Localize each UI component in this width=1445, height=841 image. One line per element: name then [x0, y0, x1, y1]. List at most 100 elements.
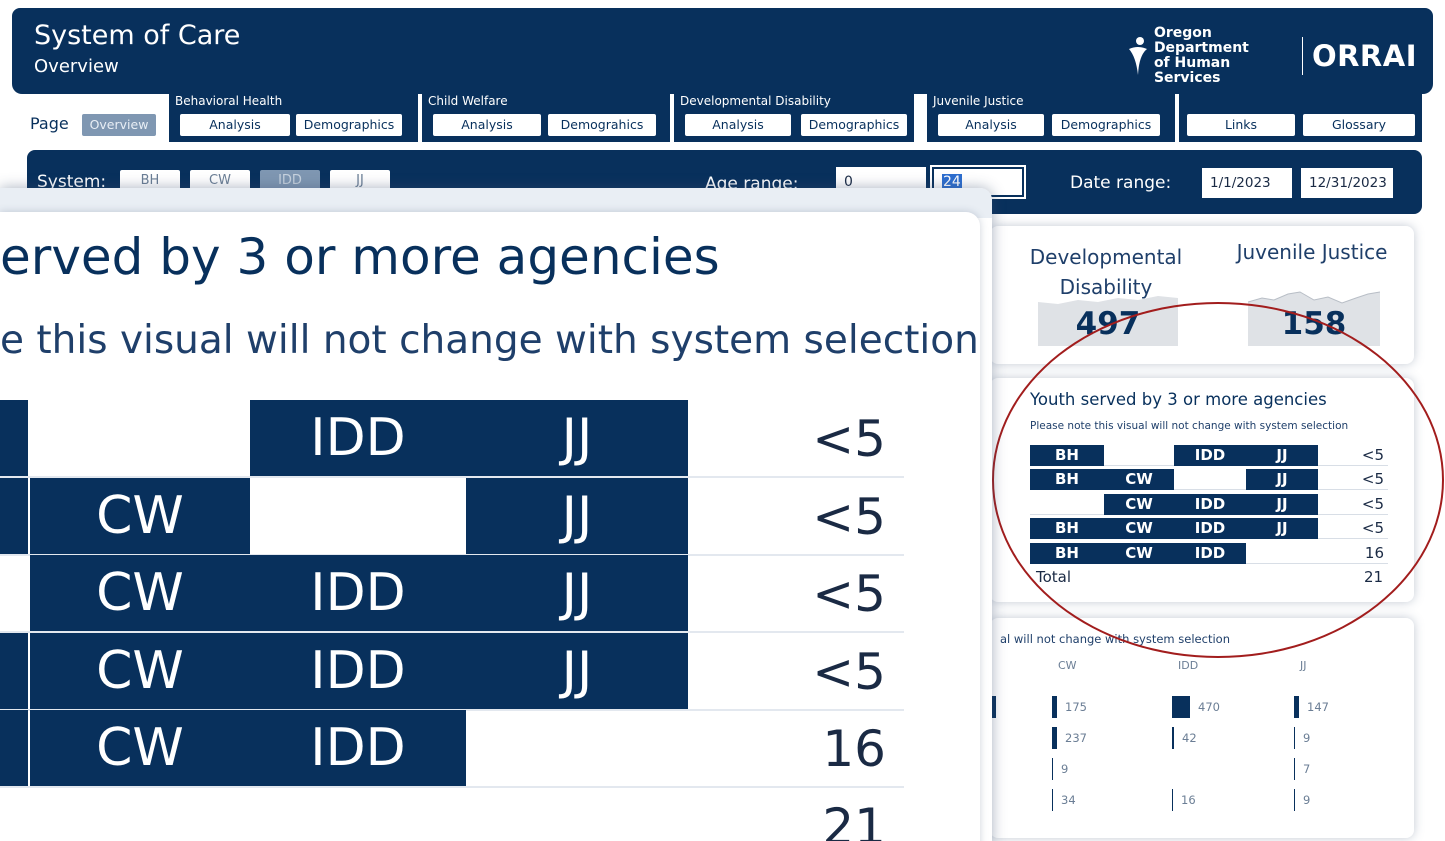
- zoom-table-cell: IDD: [250, 632, 466, 709]
- zoom-table-count: <5: [812, 565, 886, 624]
- zoom-table-cell: CW: [30, 477, 250, 554]
- youth-table-row: BH CW IDD 16: [1030, 542, 1388, 564]
- youth-table-cell: IDD: [1174, 493, 1246, 515]
- overlap-bar: [1052, 727, 1057, 749]
- youth-card-title: Youth served by 3 or more agencies: [1030, 390, 1327, 409]
- zoom-table-cell: JJ: [466, 555, 688, 632]
- overlap-bar: [1294, 696, 1299, 718]
- agency-line-1: Oregon Department: [1153, 25, 1249, 56]
- youth-table-row: BH IDD JJ <5: [1030, 444, 1388, 466]
- overlap-bar-value: 237: [1065, 731, 1087, 745]
- report-header: System of Care Overview Oregon Departmen…: [12, 8, 1433, 94]
- youth-table-count: <5: [1361, 446, 1384, 464]
- kpi-dd-title-line1: Developmental: [1029, 245, 1183, 269]
- overlap-bar: [1052, 696, 1057, 718]
- zoom-note: e this visual will not change with syste…: [0, 318, 979, 363]
- youth-table-count: <5: [1361, 470, 1384, 489]
- youth-table-count: 16: [1364, 543, 1384, 562]
- youth-table-row: BH CW IDD JJ <5: [1030, 517, 1388, 540]
- youth-table-cell: CW: [1104, 493, 1174, 515]
- youth-table-row: BH CW JJ <5: [1030, 468, 1388, 491]
- nav-overview-button[interactable]: Overview: [82, 114, 156, 136]
- jj-analysis-button[interactable]: Analysis: [938, 114, 1044, 136]
- zoom-table-cell: JJ: [466, 400, 688, 476]
- overlap-bar-value: 470: [1198, 700, 1220, 714]
- zoom-table-count: <5: [812, 487, 886, 546]
- brand-name: ORRAI: [1311, 39, 1417, 73]
- zoom-table-cell: IDD: [250, 710, 466, 787]
- zoom-table-cell: CW: [30, 555, 250, 632]
- zoom-table-row: CW IDD 16: [0, 710, 904, 789]
- overlap-bar-value: 34: [1061, 793, 1076, 807]
- page-label: Page: [30, 114, 69, 133]
- kpi-jj-value: 158: [1281, 306, 1347, 342]
- glossary-button[interactable]: Glossary: [1303, 114, 1415, 136]
- overlap-column-header: CW: [1058, 659, 1077, 672]
- zoom-table-row: IDD JJ <5: [0, 400, 904, 478]
- zoom-table-count: <5: [812, 642, 886, 701]
- cw-demographics-button[interactable]: Demograhics: [548, 114, 656, 136]
- youth-table-cell: IDD: [1174, 518, 1246, 540]
- agency-name: Oregon Department of Human Services: [1154, 26, 1296, 86]
- youth-table-cell: JJ: [1246, 445, 1318, 466]
- youth-table-cell: IDD: [1174, 445, 1246, 466]
- cw-analysis-button[interactable]: Analysis: [433, 114, 541, 136]
- kpi-dd-value: 497: [1075, 306, 1141, 342]
- overlap-bar-value: 42: [1182, 731, 1197, 745]
- bar-cropped: [992, 696, 996, 718]
- overlap-bar: [1172, 727, 1174, 749]
- kpi-jj-title: Juvenile Justice: [1236, 240, 1388, 264]
- zoom-table-row: CW IDD JJ <5: [0, 632, 904, 711]
- agency-line-2: of Human Services: [1153, 55, 1231, 86]
- overlap-column-header: JJ: [1300, 659, 1307, 672]
- jj-demographics-button[interactable]: Demographics: [1052, 114, 1160, 136]
- youth-table-cell: [1246, 543, 1318, 564]
- nav-group-label: Juvenile Justice: [933, 94, 1024, 108]
- youth-table-cell: BH: [1030, 542, 1104, 564]
- zoom-table-cell: IDD: [250, 400, 466, 476]
- overlap-bar-value: 9: [1303, 793, 1311, 807]
- zoom-table-cell: CW: [30, 632, 250, 709]
- overlap-bar: [1294, 789, 1295, 811]
- bh-demographics-button[interactable]: Demographics: [296, 114, 402, 136]
- zoom-table-row: CW IDD JJ <5: [0, 555, 904, 634]
- zoom-table-cell: [0, 632, 28, 709]
- zoom-table-count: <5: [812, 410, 886, 468]
- youth-table-cell: BH: [1030, 469, 1104, 491]
- bh-analysis-button[interactable]: Analysis: [180, 114, 290, 136]
- youth-card-note: Please note this visual will not change …: [1030, 420, 1349, 432]
- zoom-table-cell: JJ: [466, 477, 688, 554]
- zoom-table-cell: IDD: [250, 555, 466, 632]
- zoom-table-cell: CW: [30, 710, 250, 787]
- overlap-bar: [1172, 789, 1173, 811]
- youth-total-value: 21: [1364, 568, 1384, 586]
- report-title: System of Care: [34, 20, 241, 51]
- youth-table-count: <5: [1361, 519, 1384, 538]
- date-end-input[interactable]: 12/31/2023: [1301, 168, 1393, 198]
- youth-table-cell: CW: [1104, 469, 1174, 491]
- zoom-callout: erved by 3 or more agencies e this visua…: [0, 188, 992, 841]
- dd-analysis-button[interactable]: Analysis: [685, 114, 791, 136]
- overlap-bar-value: 16: [1181, 793, 1196, 807]
- zoom-table-total: 21: [822, 798, 886, 841]
- overlap-bar-value: 9: [1061, 762, 1069, 776]
- youth-table-cell: CW: [1104, 542, 1174, 564]
- youth-total-label: Total: [1036, 568, 1072, 586]
- zoom-table-count: 16: [822, 720, 886, 779]
- logo-divider: [1301, 37, 1303, 75]
- youth-table-count: <5: [1361, 494, 1384, 513]
- date-start-input[interactable]: 1/1/2023: [1202, 168, 1292, 198]
- nav-group-label: Developmental Disability: [680, 94, 831, 108]
- youth-table-cell: CW: [1104, 518, 1174, 540]
- youth-table-cell: BH: [1030, 445, 1104, 466]
- zoom-table-cell: [0, 400, 28, 476]
- youth-table-cell: IDD: [1174, 542, 1246, 564]
- overlap-bar-value: 147: [1307, 700, 1329, 714]
- overlap-bar: [1052, 789, 1053, 811]
- zoom-title: erved by 3 or more agencies: [0, 228, 720, 286]
- zoom-table-row: CW JJ <5: [0, 477, 904, 556]
- report-subtitle: Overview: [34, 56, 119, 77]
- links-button[interactable]: Links: [1187, 114, 1295, 136]
- overlap-card-note: al will not change with system selection: [1000, 632, 1230, 646]
- dd-demographics-button[interactable]: Demographics: [801, 114, 907, 136]
